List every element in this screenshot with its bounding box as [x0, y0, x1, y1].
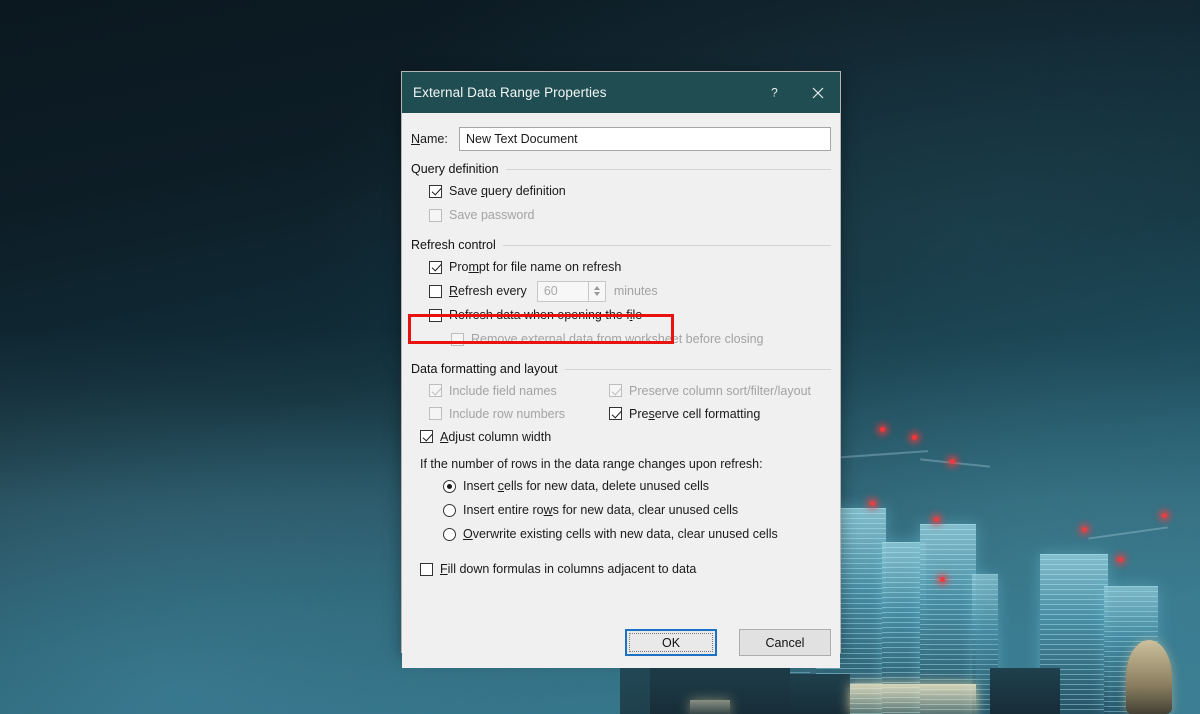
preserve-cell-formatting-label: Preserve cell formatting — [629, 406, 761, 421]
aviation-warning-light — [1162, 513, 1167, 518]
group-header-data-formatting-and-layout: Data formatting and layout — [411, 362, 831, 376]
include-field-names-label: Include field names — [449, 383, 557, 398]
insert-cells-for-new-data-label: Insert cells for new data, delete unused… — [463, 479, 709, 493]
prompt-for-file-name-on-refresh-checkbox[interactable] — [429, 260, 442, 274]
building-silhouette — [990, 668, 1060, 714]
checkbox-row-fill-down-formulas[interactable]: Fill down formulas in columns adjacent t… — [420, 557, 840, 581]
checkbox-row-save-query-definition[interactable]: Save query definition — [429, 179, 840, 203]
refresh-interval-spin-buttons[interactable] — [588, 280, 606, 302]
refresh-interval-stepper[interactable]: 60 — [536, 280, 606, 302]
aviation-warning-light — [880, 427, 885, 432]
preserve-cell-formatting-checkbox[interactable] — [609, 407, 622, 420]
checkbox-row-refresh-every[interactable]: Refresh every 60 minutes — [429, 279, 840, 303]
formatting-row: Adjust column width — [411, 425, 840, 448]
fill-down-formulas-checkbox[interactable] — [420, 562, 433, 576]
name-row: Name: — [411, 127, 831, 151]
refresh-data-when-opening-the-file-label: Refresh data when opening the file — [449, 308, 643, 322]
refresh-every-checkbox[interactable] — [429, 284, 442, 298]
aviation-warning-light — [912, 435, 917, 440]
aviation-warning-light — [940, 577, 945, 582]
group-separator — [564, 368, 831, 370]
refresh-data-when-opening-the-file-checkbox[interactable] — [429, 308, 442, 322]
remove-external-data-before-closing-label: Remove external data from worksheet befo… — [471, 332, 764, 346]
name-input[interactable] — [459, 127, 831, 151]
rows-change-note: If the number of rows in the data range … — [420, 457, 763, 471]
fill-down-formulas-label: Fill down formulas in columns adjacent t… — [440, 562, 697, 576]
insert-entire-rows-for-new-data-radio[interactable] — [443, 503, 456, 517]
adjust-column-width-label: Adjust column width — [440, 429, 552, 444]
aviation-warning-light — [934, 517, 939, 522]
adjust-column-width-checkbox[interactable] — [420, 430, 433, 443]
dialog-title-bar: External Data Range Properties ? — [402, 72, 840, 113]
formatting-row: Include field names Preserve column sort… — [411, 379, 840, 402]
construction-crane — [920, 458, 990, 468]
svg-text:?: ? — [771, 86, 778, 99]
lit-building-facade — [690, 700, 730, 714]
save-query-definition-label: Save query definition — [449, 184, 566, 198]
chevron-down-icon[interactable] — [593, 292, 600, 296]
dialog-button-row: OK Cancel — [625, 629, 831, 656]
construction-crane — [1088, 526, 1168, 540]
dome-building — [1126, 640, 1172, 714]
formatting-row: Include row numbers Preserve cell format… — [411, 402, 840, 425]
radio-row-overwrite-existing-cells[interactable]: Overwrite existing cells with new data, … — [443, 522, 840, 546]
radio-row-insert-entire-rows-for-new-data[interactable]: Insert entire rows for new data, clear u… — [443, 498, 840, 522]
group-header-query-definition: Query definition — [411, 162, 831, 176]
chevron-up-icon[interactable] — [593, 286, 600, 290]
external-data-range-properties-dialog: External Data Range Properties ? Name: Q… — [401, 71, 841, 668]
building-silhouette — [790, 674, 850, 714]
cancel-button[interactable]: Cancel — [739, 629, 831, 656]
preserve-column-sort-filter-layout-checkbox — [609, 384, 622, 397]
save-password-checkbox — [429, 208, 442, 222]
checkbox-row-include-row-numbers: Include row numbers — [429, 407, 609, 421]
overwrite-existing-cells-label: Overwrite existing cells with new data, … — [463, 527, 778, 541]
checkbox-row-refresh-data-when-opening-the-file[interactable]: Refresh data when opening the file — [429, 303, 840, 327]
aviation-warning-light — [950, 459, 955, 464]
dialog-body: Name: Query definition Save query defini… — [402, 127, 840, 668]
dialog-title: External Data Range Properties — [413, 85, 607, 100]
insert-entire-rows-for-new-data-label: Insert entire rows for new data, clear u… — [463, 503, 739, 517]
formatting-options-grid: Include field names Preserve column sort… — [411, 379, 840, 448]
insert-cells-for-new-data-radio[interactable] — [443, 479, 456, 493]
save-query-definition-checkbox[interactable] — [429, 184, 442, 198]
checkbox-row-remove-external-data-before-closing: Remove external data from worksheet befo… — [451, 327, 840, 351]
checkbox-row-save-password: Save password — [429, 203, 840, 227]
checkbox-row-prompt-for-file-name-on-refresh[interactable]: Prompt for file name on refresh — [429, 255, 840, 279]
prompt-for-file-name-on-refresh-label: Prompt for file name on refresh — [449, 260, 622, 274]
refresh-interval-value[interactable]: 60 — [536, 280, 589, 302]
aviation-warning-light — [1118, 557, 1123, 562]
refresh-every-label: Refresh every — [449, 284, 527, 298]
include-row-numbers-label: Include row numbers — [449, 406, 566, 421]
group-separator — [505, 168, 831, 170]
group-separator — [502, 244, 831, 246]
include-field-names-checkbox — [429, 384, 442, 397]
checkbox-row-preserve-cell-formatting[interactable]: Preserve cell formatting — [609, 407, 760, 421]
overwrite-existing-cells-radio[interactable] — [443, 527, 456, 541]
preserve-column-sort-filter-layout-label: Preserve column sort/filter/layout — [629, 383, 812, 398]
ok-button[interactable]: OK — [625, 629, 717, 656]
remove-external-data-before-closing-checkbox — [451, 332, 464, 346]
save-password-label: Save password — [449, 208, 535, 222]
close-icon[interactable] — [796, 72, 840, 113]
refresh-interval-unit-label: minutes — [613, 284, 658, 298]
include-row-numbers-checkbox — [429, 407, 442, 420]
name-label: Name: — [411, 132, 448, 146]
radio-row-insert-cells-for-new-data[interactable]: Insert cells for new data, delete unused… — [443, 474, 840, 498]
aviation-warning-light — [1082, 527, 1087, 532]
lit-building-facade — [850, 684, 976, 714]
checkbox-row-adjust-column-width[interactable]: Adjust column width — [420, 430, 600, 444]
checkbox-row-preserve-column-sort-filter-layout: Preserve column sort/filter/layout — [609, 384, 811, 398]
group-header-refresh-control: Refresh control — [411, 238, 831, 252]
checkbox-row-include-field-names: Include field names — [429, 384, 609, 398]
aviation-warning-light — [870, 501, 875, 506]
help-icon[interactable]: ? — [752, 72, 796, 113]
